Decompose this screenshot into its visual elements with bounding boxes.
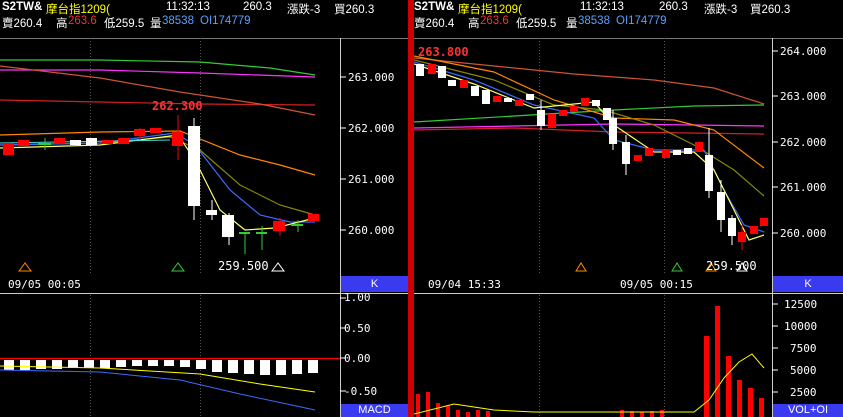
left-macd-tick: 0.50 [344, 322, 371, 335]
left-price-tick: 263.000 [348, 71, 394, 84]
left-time-label: 09/05 00:05 [8, 278, 81, 291]
right-vol-oi-button[interactable]: VOL+OI [773, 404, 843, 417]
right-vol-tick: 5000 [790, 364, 817, 377]
right-candles [416, 64, 768, 250]
right-ma-green [414, 104, 765, 123]
right-chart-canvas: 264.000 263.000 262.000 261.000 260.000 … [414, 38, 843, 417]
left-ma-green-long [0, 59, 316, 76]
right-price-tick: 261.000 [780, 181, 826, 194]
right-price-tick: 260.000 [780, 227, 826, 240]
right-k-button[interactable]: K [773, 276, 843, 292]
left-k-button[interactable]: K [341, 276, 408, 292]
left-macd-blue-line [0, 369, 316, 411]
right-vol-tick: 12500 [784, 298, 817, 311]
left-macd-button[interactable]: MACD [341, 404, 408, 417]
left-ma-magenta [0, 69, 316, 78]
left-macd-tick: 0.00 [344, 352, 371, 365]
left-candles [3, 115, 319, 254]
right-volume-bars [416, 306, 764, 417]
left-price-tick: 262.000 [348, 122, 394, 135]
left-price-tick: 260.000 [348, 224, 394, 237]
left-macd-tick: -0.50 [344, 385, 377, 398]
left-ma-yellow [0, 134, 316, 231]
left-high-marker: 262.300 [152, 99, 203, 113]
left-chart-panel: S2TW& 摩台指1209( 11:32:13 260.3 漲跌-3 買260.… [0, 0, 408, 417]
left-price-tick: 261.000 [348, 173, 394, 186]
right-vol-tick: 7500 [790, 342, 817, 355]
right-price-tick: 262.000 [780, 136, 826, 149]
right-price-tick: 264.000 [780, 45, 826, 58]
left-chart-canvas: 263.000 262.000 261.000 260.000 262.300 … [0, 38, 408, 417]
left-low-marker: 259.500 [218, 259, 269, 273]
right-time-label-2: 09/05 00:15 [620, 278, 693, 291]
right-high-marker: 263.800 [418, 45, 469, 59]
right-price-tick: 263.000 [780, 90, 826, 103]
right-ma-magenta [414, 123, 765, 129]
right-oi-yellow-line [414, 353, 765, 415]
right-chart-panel: S2TW& 摩台指1209( 11:32:13 260.3 漲跌-3 買260.… [414, 0, 843, 417]
right-vol-tick: 2500 [790, 386, 817, 399]
right-vol-tick: 10000 [784, 320, 817, 333]
right-time-label-1: 09/04 15:33 [428, 278, 501, 291]
left-ma-olive [0, 136, 316, 216]
left-macd-tick: 1.00 [344, 291, 371, 304]
left-macd-grid [0, 297, 346, 392]
right-low-marker: 259.500 [706, 259, 757, 273]
right-ma-yellow [414, 63, 765, 241]
